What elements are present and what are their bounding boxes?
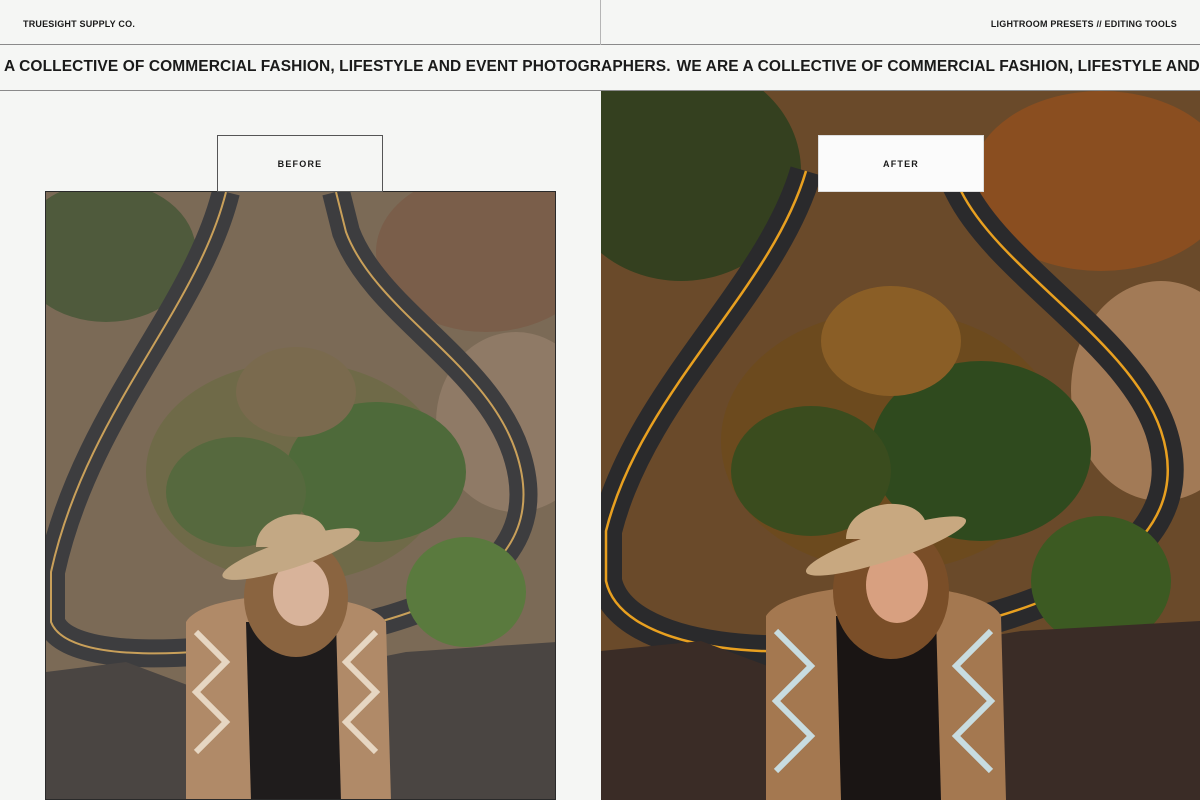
marquee-text-1: A COLLECTIVE OF COMMERCIAL FASHION, LIFE… xyxy=(4,58,671,75)
before-label: BEFORE xyxy=(217,135,383,192)
after-photo xyxy=(601,91,1200,800)
site-header: TRUESIGHT SUPPLY CO. LIGHTROOM PRESETS /… xyxy=(0,0,1200,45)
after-label: AFTER xyxy=(818,135,984,192)
marquee-ticker: A COLLECTIVE OF COMMERCIAL FASHION, LIFE… xyxy=(0,45,1200,91)
before-photo-illustration xyxy=(46,192,555,799)
marquee-text: A COLLECTIVE OF COMMERCIAL FASHION, LIFE… xyxy=(4,58,1200,76)
header-divider xyxy=(600,0,601,45)
marquee-text-2: WE ARE A COLLECTIVE OF COMMERCIAL FASHIO… xyxy=(676,58,1200,75)
after-photo-illustration xyxy=(601,91,1200,800)
header-tagline: LIGHTROOM PRESETS // EDITING TOOLS xyxy=(990,19,1177,29)
before-photo xyxy=(45,191,556,800)
brand-name[interactable]: TRUESIGHT SUPPLY CO. xyxy=(23,19,135,29)
